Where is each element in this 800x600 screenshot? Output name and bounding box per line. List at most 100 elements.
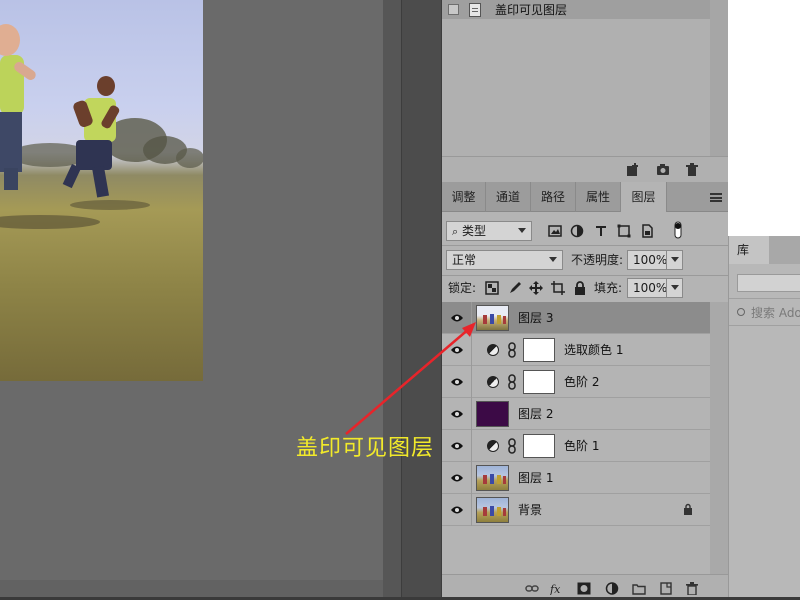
eye-separator (471, 462, 472, 494)
new-adjustment-layer-icon[interactable] (605, 582, 619, 595)
layer-name: 图层 1 (518, 471, 554, 485)
layer-name: 色阶 1 (564, 439, 600, 453)
half-circle-icon (487, 440, 499, 452)
chevron-down-icon (518, 228, 526, 233)
layer-row-levels-2[interactable]: 色阶 2 (442, 366, 710, 398)
thumbnail-people-illustration (483, 474, 506, 484)
add-mask-icon[interactable] (577, 582, 591, 595)
eye-separator (471, 494, 472, 526)
blend-mode-select[interactable]: 正常 (446, 250, 563, 270)
layer-mask-thumbnail[interactable] (523, 370, 555, 394)
panel-menu-icon[interactable] (710, 193, 722, 202)
search-icon (737, 308, 745, 316)
layer-row-background[interactable]: 背景 (442, 494, 710, 526)
blend-opacity-row: 正常 不透明度: 100% (442, 246, 728, 276)
half-circle-icon (487, 344, 499, 356)
layer-thumbnail (476, 305, 509, 331)
layers-scrollbar[interactable] (710, 302, 728, 578)
eye-separator (471, 334, 472, 366)
document-icon (469, 2, 481, 17)
chain-icon[interactable] (508, 342, 516, 358)
eye-separator (471, 366, 472, 398)
new-layer-icon[interactable] (659, 582, 673, 595)
trash-icon[interactable] (685, 163, 699, 177)
smart-object-filter-icon[interactable] (640, 224, 654, 238)
lock-icon (684, 503, 692, 515)
panel-divider[interactable] (383, 0, 401, 600)
history-item-label: 盖印可见图层 (495, 3, 568, 17)
lock-transparent-pixels-icon[interactable] (485, 281, 499, 295)
eye-icon[interactable] (450, 408, 464, 420)
eye-icon[interactable] (450, 312, 464, 324)
link-layers-icon[interactable] (525, 582, 539, 595)
eye-icon[interactable] (450, 472, 464, 484)
search-icon: ⌕ (452, 225, 459, 238)
svg-text:fx: fx (550, 583, 561, 595)
layer-row-layer1[interactable]: 图层 1 (442, 462, 710, 494)
history-toolbar (442, 156, 728, 182)
workspace-blank (728, 0, 800, 236)
layer-row-levels-1[interactable]: 色阶 1 (442, 430, 710, 462)
canvas-photo[interactable] (0, 0, 203, 381)
half-circle-icon (487, 376, 499, 388)
folder-icon[interactable] (632, 582, 646, 595)
history-checkbox[interactable] (448, 4, 459, 15)
lock-image-pixels-icon[interactable] (507, 281, 521, 295)
layers-panel: ⌕ 类型 正常 不透明度: 100% 锁定: 填充: 100% 图层 3 选取颜… (442, 212, 728, 600)
lock-position-icon[interactable] (529, 281, 543, 295)
layer-row-selective-color-1[interactable]: 选取颜色 1 (442, 334, 710, 366)
eye-separator (471, 302, 472, 334)
chain-icon[interactable] (508, 438, 516, 454)
layer-thumbnail (476, 401, 509, 427)
fill-dropdown[interactable] (666, 278, 683, 298)
layer-mask-thumbnail[interactable] (523, 434, 555, 458)
eye-icon[interactable] (450, 376, 464, 388)
layer-row-layer3[interactable]: 图层 3 (442, 302, 710, 334)
type-filter-icon[interactable] (594, 224, 608, 238)
eye-icon[interactable] (450, 440, 464, 452)
adjustment-filter-icon[interactable] (570, 224, 584, 238)
filter-kind-value: 类型 (462, 224, 487, 238)
history-panel: 盖印可见图层 (442, 0, 728, 182)
filter-toggle-icon[interactable] (672, 220, 684, 240)
eye-icon[interactable] (450, 504, 464, 516)
tab-adjustments[interactable]: 调整 (442, 182, 486, 212)
library-search[interactable]: 搜索 Adob (729, 298, 800, 326)
camera-icon[interactable] (656, 163, 670, 177)
layer-name: 选取颜色 1 (564, 343, 624, 357)
fx-icon[interactable]: fx (550, 582, 566, 595)
lock-artboard-icon[interactable] (551, 281, 565, 295)
layer-name: 背景 (518, 503, 543, 517)
layer-mask-thumbnail[interactable] (523, 338, 555, 362)
library-select[interactable] (737, 274, 800, 292)
tab-layers[interactable]: 图层 (621, 182, 667, 212)
history-item[interactable]: 盖印可见图层 (442, 0, 710, 19)
tab-paths[interactable]: 路径 (531, 182, 576, 212)
tab-library[interactable]: 库 (729, 236, 769, 264)
filter-kind-select[interactable]: ⌕ 类型 (446, 221, 532, 241)
history-scrollbar[interactable] (710, 0, 728, 156)
eye-separator (471, 430, 472, 462)
pixel-filter-icon[interactable] (548, 224, 562, 238)
collapsed-dock[interactable] (401, 0, 442, 600)
opacity-value: 100% (633, 253, 668, 267)
chevron-down-icon (671, 285, 679, 290)
layer-thumbnail (476, 497, 509, 523)
trash-icon[interactable] (685, 582, 699, 595)
eye-icon[interactable] (450, 344, 464, 356)
opacity-label: 不透明度: (571, 253, 624, 267)
new-document-from-state-icon[interactable] (626, 163, 640, 177)
layer-name: 色阶 2 (564, 375, 600, 389)
shape-filter-icon[interactable] (617, 224, 631, 238)
annotation-label: 盖印可见图层 (296, 436, 435, 461)
fill-value: 100% (633, 281, 668, 295)
tab-channels[interactable]: 通道 (486, 182, 531, 212)
layer-row-layer2[interactable]: 图层 2 (442, 398, 710, 430)
panel-tabs: 调整 通道 路径 属性 图层 (442, 182, 728, 212)
opacity-dropdown[interactable] (666, 250, 683, 270)
chain-icon[interactable] (508, 374, 516, 390)
layer-name: 图层 2 (518, 407, 554, 421)
library-panel: 库 搜索 Adob (728, 236, 800, 600)
lock-all-icon[interactable] (573, 281, 587, 295)
tab-properties[interactable]: 属性 (576, 182, 621, 212)
